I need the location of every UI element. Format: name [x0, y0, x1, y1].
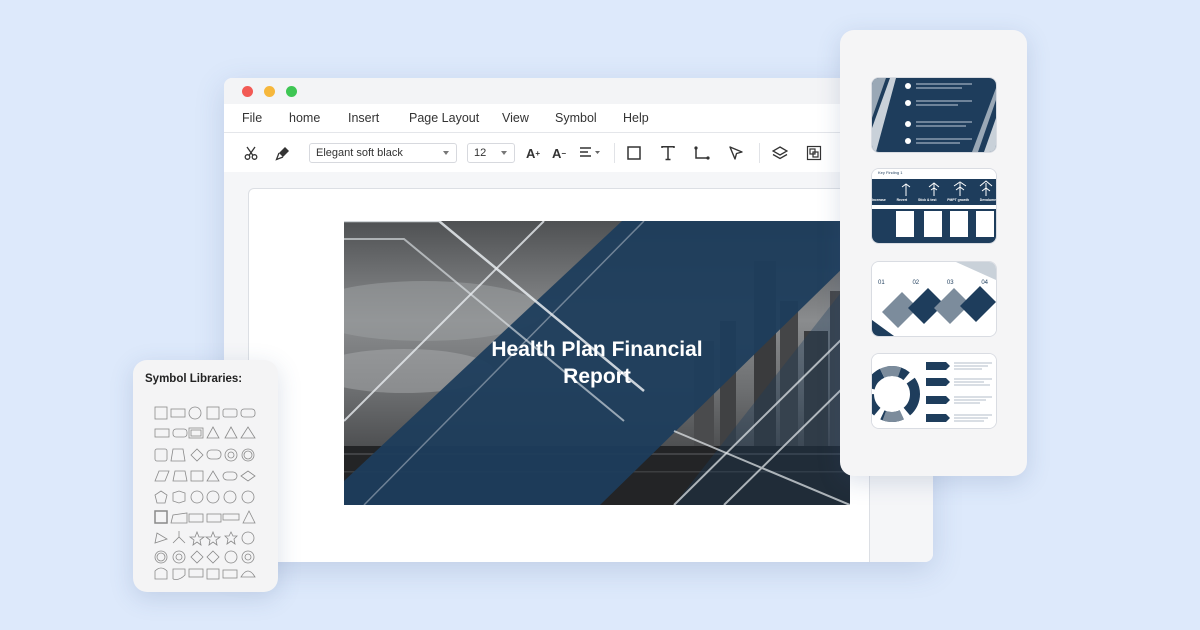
template-thumb-3[interactable]: 01 02 03 04 [871, 261, 997, 337]
format-painter-icon[interactable] [274, 143, 292, 163]
menu-symbol[interactable]: Symbol [555, 111, 597, 125]
font-family-value: Elegant soft black [316, 147, 403, 159]
menu-file[interactable]: File [242, 111, 262, 125]
menu-view[interactable]: View [502, 111, 529, 125]
shape-symbols-icon[interactable] [153, 405, 263, 580]
template-thumb-2-label: Increase [872, 198, 886, 202]
template-thumb-2-label: Devolume [979, 198, 996, 202]
layers-icon[interactable] [770, 143, 790, 163]
menu-home[interactable]: home [289, 111, 320, 125]
font-size-select[interactable]: 12 [467, 143, 515, 163]
close-window-button[interactable] [242, 86, 253, 97]
font-family-select[interactable]: Elegant soft black [309, 143, 457, 163]
template-thumb-2[interactable]: Key Finding 1 Increase Revert Stick & te… [871, 168, 997, 244]
template-thumb-2-label: PMPT growth [947, 198, 969, 202]
align-icon[interactable] [578, 143, 602, 163]
symbol-grid [153, 405, 273, 585]
menu-help[interactable]: Help [623, 111, 649, 125]
menu-bar: File home Insert Page Layout View Symbol… [224, 104, 933, 133]
toolbar-divider [759, 143, 760, 163]
minimize-window-button[interactable] [264, 86, 275, 97]
pointer-icon[interactable] [726, 143, 746, 163]
template-thumb-2-label: Revert [896, 198, 908, 202]
title-bar [224, 78, 933, 104]
rectangle-icon[interactable] [624, 143, 644, 163]
toolbar: Elegant soft black 12 A + A − [224, 133, 933, 174]
connector-icon[interactable] [692, 143, 712, 163]
slide-preview[interactable]: Health Plan Financial Report [344, 221, 850, 505]
chevron-down-icon [501, 151, 507, 155]
cut-icon[interactable] [242, 143, 260, 163]
increase-font-icon[interactable]: A + [524, 143, 542, 163]
template-thumb-1[interactable] [871, 77, 997, 153]
template-thumb-3-label: 01 [878, 280, 885, 286]
maximize-window-button[interactable] [286, 86, 297, 97]
slide-title: Health Plan Financial Report [491, 338, 703, 388]
font-size-value: 12 [474, 147, 487, 159]
symbol-libraries-panel: Symbol Libraries: [133, 360, 278, 592]
symbol-libraries-title: Symbol Libraries: [145, 373, 243, 385]
template-thumb-3-label: 04 [981, 280, 988, 286]
chevron-down-icon [443, 151, 449, 155]
menu-insert[interactable]: Insert [348, 111, 379, 125]
template-thumb-2-label: Stick & test [917, 198, 937, 202]
template-thumb-2-header: Key Finding 1 [878, 170, 903, 175]
group-icon[interactable] [804, 143, 824, 163]
menu-page-layout[interactable]: Page Layout [409, 111, 479, 125]
template-thumb-3-label: 02 [912, 280, 920, 286]
text-icon[interactable] [658, 143, 678, 163]
template-thumb-3-label: 03 [946, 280, 954, 286]
templates-panel: Key Finding 1 Increase Revert Stick & te… [840, 30, 1027, 476]
decrease-font-icon[interactable]: A − [550, 143, 568, 163]
template-thumb-4[interactable] [871, 353, 997, 429]
toolbar-divider [614, 143, 615, 163]
